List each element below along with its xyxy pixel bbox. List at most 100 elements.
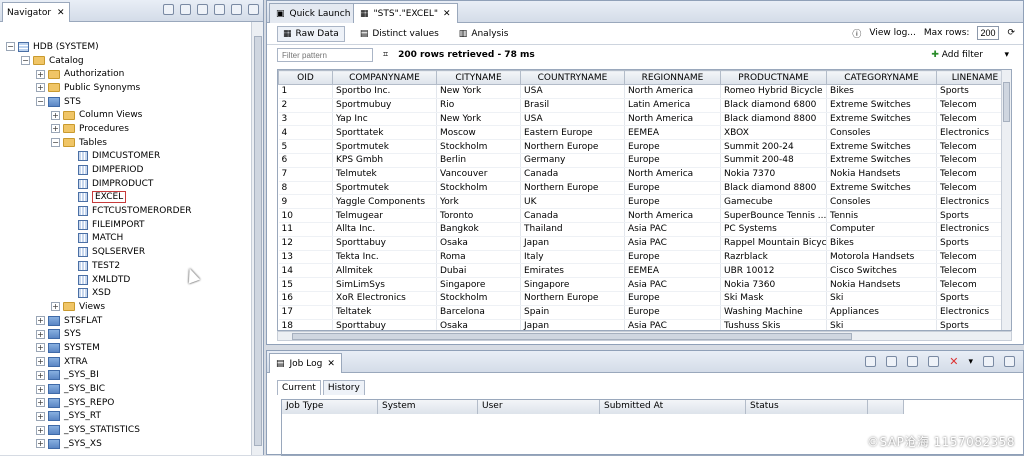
table-cell[interactable]: XBOX: [720, 125, 827, 141]
tree-item[interactable]: + SYSTEM: [0, 341, 250, 355]
minimize-icon[interactable]: [983, 356, 994, 367]
table-cell[interactable]: Sporttabuy: [332, 319, 437, 330]
filter-input[interactable]: [277, 48, 373, 62]
tree-item[interactable]: SQLSERVER: [0, 245, 250, 259]
filter-icon[interactable]: [180, 4, 191, 15]
table-cell[interactable]: Stockholm: [436, 181, 521, 196]
column-header[interactable]: System: [378, 400, 478, 414]
table-cell[interactable]: Northern Europe: [520, 181, 625, 196]
expand-toggle-icon[interactable]: +: [36, 370, 45, 380]
table-cell[interactable]: UBR 10012: [720, 263, 827, 279]
table-cell[interactable]: Europe: [624, 139, 721, 154]
table-cell[interactable]: Telmugear: [332, 208, 437, 223]
maximize-icon[interactable]: [1004, 356, 1015, 367]
tree-item[interactable]: − Tables: [0, 136, 250, 150]
table-cell[interactable]: PC Systems: [720, 222, 827, 237]
table-cell[interactable]: Osaka: [436, 236, 521, 251]
table-cell[interactable]: Cisco Switches: [826, 263, 937, 279]
table-cell[interactable]: Tekta Inc.: [332, 250, 437, 265]
tree-item[interactable]: + SYS: [0, 327, 250, 341]
table-cell[interactable]: 6: [278, 153, 333, 168]
table-cell[interactable]: Europe: [624, 194, 721, 210]
table-cell[interactable]: Canada: [520, 208, 625, 223]
column-header[interactable]: Status: [746, 400, 868, 414]
table-cell[interactable]: North America: [624, 84, 721, 99]
tree-item[interactable]: + _SYS_BIC: [0, 382, 250, 396]
table-cell[interactable]: Nokia 7360: [720, 277, 827, 292]
table-cell[interactable]: 11: [278, 222, 333, 237]
table-cell[interactable]: Canada: [520, 167, 625, 182]
table-cell[interactable]: Europe: [624, 181, 721, 196]
expand-toggle-icon[interactable]: +: [36, 329, 45, 339]
table-cell[interactable]: Singapore: [520, 277, 625, 292]
table-cell[interactable]: Black diamond 8800: [720, 112, 827, 127]
expand-toggle-icon[interactable]: +: [36, 83, 45, 93]
table-cell[interactable]: Bikes: [826, 84, 937, 99]
table-cell[interactable]: Extreme Switches: [826, 139, 937, 154]
table-cell[interactable]: 10: [278, 208, 333, 223]
table-cell[interactable]: Washing Machine: [720, 305, 827, 320]
table-cell[interactable]: SimLimSys: [332, 277, 437, 292]
table-cell[interactable]: Yaggle Components: [332, 194, 437, 210]
scrollbar-thumb[interactable]: [292, 333, 852, 340]
table-cell[interactable]: USA: [520, 84, 625, 99]
table-cell[interactable]: Ski Mask: [720, 291, 827, 306]
tree-item[interactable]: EXCEL: [0, 191, 250, 205]
table-cell[interactable]: SuperBounce Tennis ...: [720, 208, 827, 223]
table-row[interactable]: 5 Sportmutek Stockholm Northern Europe Europ…: [278, 139, 1011, 154]
tree-item[interactable]: + _SYS_RT: [0, 410, 250, 424]
collapse-all-icon[interactable]: [163, 4, 174, 15]
table-cell[interactable]: USA: [520, 112, 625, 127]
table-cell[interactable]: Summit 200-24: [720, 139, 827, 154]
table-cell[interactable]: 8: [278, 181, 333, 196]
table-cell[interactable]: Nokia Handsets: [826, 277, 937, 292]
table-cell[interactable]: Sporttabuy: [332, 236, 437, 251]
table-cell[interactable]: Motorola Handsets: [826, 250, 937, 265]
table-cell[interactable]: Sporttatek: [332, 125, 437, 141]
table-cell[interactable]: New York: [436, 112, 521, 127]
table-cell[interactable]: Asia PAC: [624, 236, 721, 251]
tree-item[interactable]: + Views: [0, 300, 250, 314]
table-row[interactable]: 14 Allmitek Dubai Emirates EEMEA UBR 10012 Cis…: [278, 263, 1011, 279]
table-cell[interactable]: UK: [520, 194, 625, 210]
table-cell[interactable]: Dubai: [436, 263, 521, 279]
column-header[interactable]: Submitted At: [600, 400, 746, 414]
table-row[interactable]: 8 Sportmutek Stockholm Northern Europe Europ…: [278, 181, 1011, 196]
table-row[interactable]: 10 Telmugear Toronto Canada North America Sup…: [278, 208, 1011, 223]
minimize-icon[interactable]: [231, 4, 242, 15]
refresh-icon[interactable]: ⟳: [1007, 28, 1015, 38]
expand-toggle-icon[interactable]: +: [36, 69, 45, 79]
table-cell[interactable]: Eastern Europe: [520, 125, 625, 141]
tree-item[interactable]: + _SYS_BI: [0, 369, 250, 383]
table-cell[interactable]: 9: [278, 194, 333, 210]
tree-item[interactable]: − STS: [0, 95, 250, 109]
table-cell[interactable]: Sportbo Inc.: [332, 84, 437, 99]
table-cell[interactable]: Asia PAC: [624, 222, 721, 237]
expand-toggle-icon[interactable]: +: [36, 343, 45, 353]
collapse-toggle-icon[interactable]: −: [21, 56, 30, 66]
table-cell[interactable]: Stockholm: [436, 291, 521, 306]
tree-item[interactable]: XMLDTD: [0, 273, 250, 287]
table-cell[interactable]: Roma: [436, 250, 521, 265]
table-cell[interactable]: Spain: [520, 305, 625, 320]
table-cell[interactable]: EEMEA: [624, 125, 721, 141]
table-cell[interactable]: 4: [278, 125, 333, 141]
expand-toggle-icon[interactable]: +: [36, 384, 45, 394]
table-cell[interactable]: Rappel Mountain Bicycle: [720, 236, 827, 251]
tree-item[interactable]: + _SYS_STATISTICS: [0, 423, 250, 437]
table-cell[interactable]: North America: [624, 167, 721, 182]
table-cell[interactable]: Ski: [826, 291, 937, 306]
table-cell[interactable]: Razrblack: [720, 250, 827, 265]
expand-toggle-icon[interactable]: +: [36, 439, 45, 449]
copy-icon[interactable]: [886, 356, 898, 367]
table-cell[interactable]: Teltatek: [332, 305, 437, 320]
column-header[interactable]: PRODUCTNAME: [720, 70, 827, 85]
tree-item[interactable]: + STSFLAT: [0, 314, 250, 328]
tree-item[interactable]: FCTCUSTOMERORDER: [0, 204, 250, 218]
table-cell[interactable]: Extreme Switches: [826, 153, 937, 168]
expand-toggle-icon[interactable]: +: [36, 411, 45, 421]
tab-current[interactable]: Current: [277, 380, 321, 395]
scrollbar-thumb[interactable]: [1003, 82, 1010, 122]
tree-item[interactable]: + _SYS_REPO: [0, 396, 250, 410]
tree-item[interactable]: + Public Synonyms: [0, 81, 250, 95]
